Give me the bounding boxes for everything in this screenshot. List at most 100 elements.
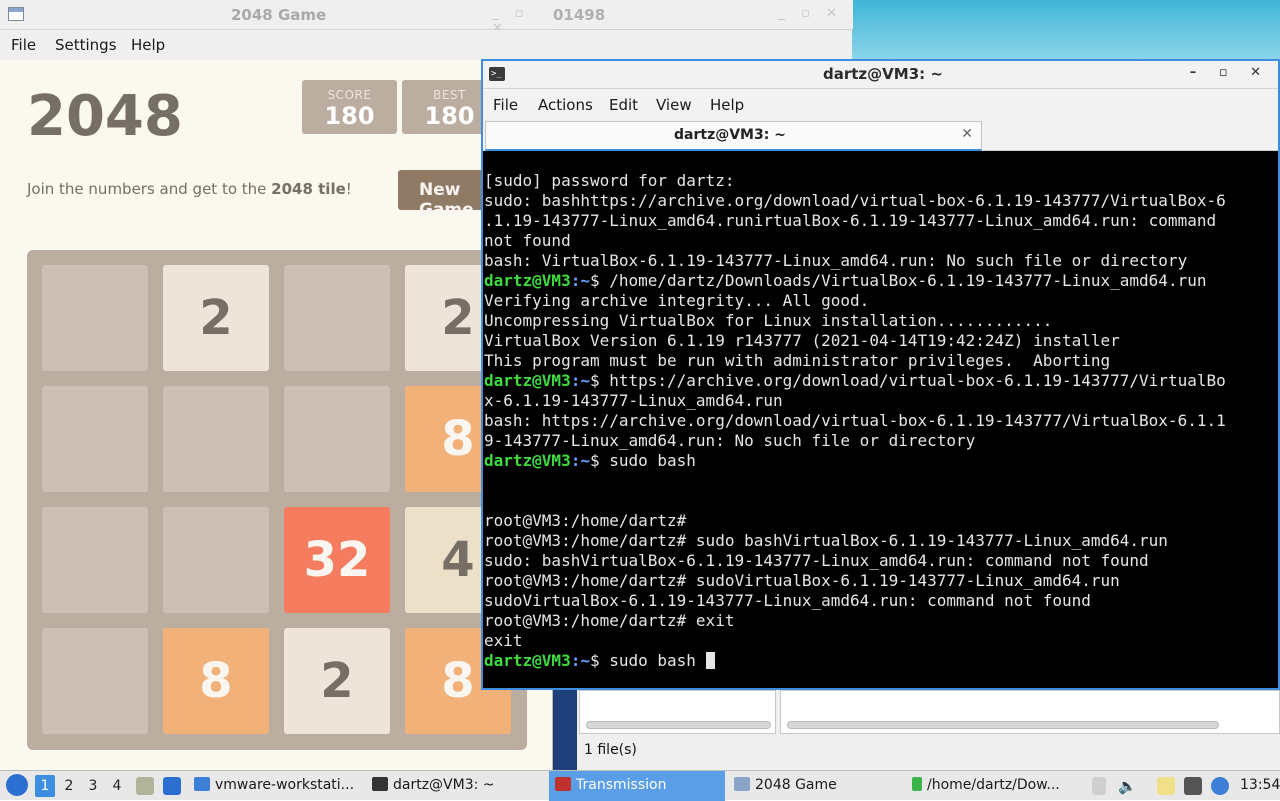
task-label: vmware-workstati... <box>215 777 355 793</box>
line-text: root@VM3:/home/dartz# sudoVirtualBox-6.1… <box>484 571 1120 590</box>
file-pane-right[interactable] <box>780 690 1280 734</box>
line-text: sudo: bashVirtualBox-6.1.19-143777-Linux… <box>484 551 1149 570</box>
board-cell <box>284 265 390 371</box>
prompt-user: dartz@VM3 <box>484 371 571 390</box>
window-icon <box>734 777 750 791</box>
prompt-user: dartz@VM3 <box>484 451 571 470</box>
workspace-3[interactable]: 3 <box>83 775 103 797</box>
line-text: Verifying archive integrity... All good. <box>484 291 870 310</box>
workspace-4[interactable]: 4 <box>107 775 127 797</box>
workspace-2[interactable]: 2 <box>59 775 79 797</box>
task-terminal[interactable]: dartz@VM3: ~ <box>372 771 544 801</box>
task-file-manager[interactable]: /home/dartz/Dow... <box>912 771 1082 801</box>
terminal-line: dartz@VM3:~$ sudo bash <box>484 451 696 471</box>
show-desktop-icon[interactable] <box>163 777 181 795</box>
terminal-line: root@VM3:/home/dartz# sudoVirtualBox-6.1… <box>484 571 1120 591</box>
intro-suffix: ! <box>345 180 352 198</box>
line-text: $ sudo bash <box>589 451 696 470</box>
game-window[interactable]: 2048 Game _ ▫ ✕ File Settings Help 2048 … <box>0 0 553 770</box>
terminal-menu-file[interactable]: File <box>493 96 518 114</box>
terminal-line: dartz@VM3:~$ sudo bash <box>484 651 715 671</box>
background-window-title: 01498 <box>553 6 606 24</box>
tile-2: 2 <box>163 265 269 371</box>
game-window-titlebar[interactable]: 2048 Game _ ▫ ✕ <box>0 0 553 36</box>
terminal-menu-view[interactable]: View <box>656 96 692 114</box>
game-window-title: 2048 Game <box>231 6 327 24</box>
terminal-line: sudoVirtualBox-6.1.19-143777-Linux_amd64… <box>484 591 1091 611</box>
line-text: x-6.1.19-143777-Linux_amd64.run <box>484 391 783 410</box>
board-cell <box>42 265 148 371</box>
terminal-line: dartz@VM3:~$ https://archive.org/downloa… <box>484 371 1226 391</box>
game-board[interactable]: 2 2 8 32 4 8 2 8 <box>27 250 527 750</box>
terminal-line: bash: VirtualBox-6.1.19-143777-Linux_amd… <box>484 251 1187 271</box>
board-cell <box>163 507 269 613</box>
terminal-line: dartz@VM3:~$ /home/dartz/Downloads/Virtu… <box>484 271 1206 291</box>
horizontal-scrollbar[interactable] <box>586 721 771 729</box>
line-text: root@VM3:/home/dartz# <box>484 511 687 530</box>
menu-settings[interactable]: Settings <box>55 36 117 54</box>
line-text: This program must be run with administra… <box>484 351 1111 370</box>
clipboard-icon[interactable] <box>1157 777 1175 795</box>
volume-icon[interactable]: 🔈 <box>1118 777 1137 795</box>
terminal-line: root@VM3:/home/dartz# exit <box>484 611 734 631</box>
terminal-icon: >_ <box>489 67 505 81</box>
clock: 13:54 <box>1240 777 1280 793</box>
terminal-line: [sudo] password for dartz: <box>484 171 734 191</box>
menu-help[interactable]: Help <box>131 36 165 54</box>
eject-icon[interactable] <box>1092 777 1106 795</box>
terminal-menu-edit[interactable]: Edit <box>609 96 638 114</box>
board-cell <box>42 507 148 613</box>
line-text: root@VM3:/home/dartz# exit <box>484 611 735 630</box>
terminal-menu-actions[interactable]: Actions <box>538 96 593 114</box>
close-icon[interactable]: ✕ <box>961 126 973 142</box>
line-text: exit <box>484 631 523 650</box>
terminal-line: root@VM3:/home/dartz# <box>484 511 686 531</box>
line-text: .1.19-143777-Linux_amd64.runirtualBox-6.… <box>484 211 1217 230</box>
desktop-background <box>852 0 1280 62</box>
line-text: sudoVirtualBox-6.1.19-143777-Linux_amd64… <box>484 591 1091 610</box>
terminal-line: This program must be run with administra… <box>484 351 1110 371</box>
game-title: 2048 <box>27 84 183 149</box>
menu-file[interactable]: File <box>11 36 36 54</box>
prompt-user: dartz@VM3 <box>484 651 571 670</box>
horizontal-scrollbar[interactable] <box>787 721 1219 729</box>
task-transmission[interactable]: Transmission <box>549 771 725 801</box>
terminal-menu-help[interactable]: Help <box>710 96 744 114</box>
board-cell <box>163 386 269 492</box>
folder-icon <box>194 777 210 791</box>
score-value: 180 <box>324 102 375 130</box>
terminal-line: bash: https://archive.org/download/virtu… <box>484 411 1226 431</box>
start-menu-icon[interactable] <box>6 774 28 796</box>
terminal-line: x-6.1.19-143777-Linux_amd64.run <box>484 391 783 411</box>
file-manager-sidebar <box>553 690 577 770</box>
terminal-tab[interactable]: dartz@VM3: ~ ✕ <box>485 121 982 151</box>
terminal-line: .1.19-143777-Linux_amd64.runirtualBox-6.… <box>484 211 1216 231</box>
background-window-titlebar[interactable]: 01498 _ ▫ ✕ <box>553 0 853 30</box>
terminal-window[interactable]: >_ dartz@VM3: ~ – ▫ ✕ File Actions Edit … <box>481 59 1280 690</box>
terminal-menubar <box>483 89 1278 119</box>
line-text: [sudo] password for dartz: <box>484 171 735 190</box>
line-text: $ sudo bash <box>589 651 706 670</box>
notification-icon[interactable] <box>1211 777 1229 795</box>
task-2048[interactable]: 2048 Game <box>734 771 904 801</box>
line-text: bash: https://archive.org/download/virtu… <box>484 411 1226 430</box>
trash-icon[interactable] <box>136 777 154 795</box>
line-text: Uncompressing VirtualBox for Linux insta… <box>484 311 1053 330</box>
score-box: SCORE 180 <box>302 80 397 134</box>
terminal-titlebar[interactable]: >_ dartz@VM3: ~ – ▫ ✕ <box>483 61 1278 89</box>
background-window-controls[interactable]: _ ▫ ✕ <box>779 6 843 21</box>
file-manager-status: 1 file(s) <box>584 742 637 758</box>
terminal-window-controls[interactable]: – ▫ ✕ <box>1190 65 1270 80</box>
terminal-output[interactable]: [sudo] password for dartz: sudo: bashhttp… <box>484 171 1277 689</box>
task-vmware-folder[interactable]: vmware-workstati... <box>194 771 364 801</box>
file-pane-left[interactable] <box>579 690 776 734</box>
tile-32: 32 <box>284 507 390 613</box>
workspace-1[interactable]: 1 <box>35 775 55 797</box>
intro-prefix: Join the numbers and get to the <box>27 180 272 198</box>
line-text: VirtualBox Version 6.1.19 r143777 (2021-… <box>484 331 1120 350</box>
network-icon[interactable] <box>1184 777 1202 795</box>
intro-text: Join the numbers and get to the 2048 til… <box>27 180 352 198</box>
prompt-path: :~ <box>570 651 590 670</box>
terminal-line: not found <box>484 231 571 251</box>
prompt-path: :~ <box>570 451 590 470</box>
